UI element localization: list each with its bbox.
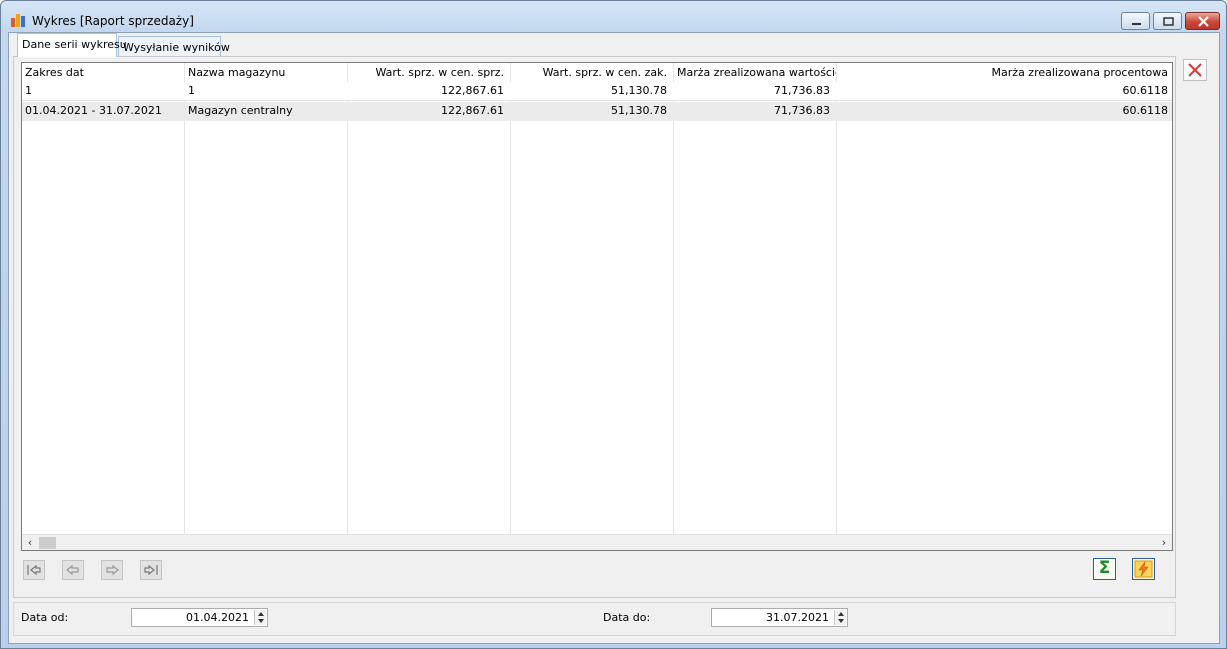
table-cell: 60.6118	[1122, 84, 1169, 97]
red-x-icon	[1188, 63, 1202, 77]
column-header-marza-procentowa[interactable]: Marża zrealizowana procentowa	[837, 63, 1172, 83]
table-cell: 122,867.61	[441, 104, 504, 117]
date-from-label: Data od:	[21, 611, 69, 624]
tab-dane-serii-wykresu[interactable]: Dane serii wykresu	[17, 33, 127, 57]
last-record-button[interactable]	[140, 560, 162, 580]
column-header-zakres-dat[interactable]: Zakres dat	[22, 63, 184, 83]
table-cell: 51,130.78	[611, 104, 667, 117]
minimize-button[interactable]	[1121, 12, 1150, 30]
date-to-value: 31.07.2021	[766, 611, 829, 624]
arrow-right-icon	[106, 564, 119, 576]
column-separator	[347, 63, 348, 535]
horizontal-scrollbar[interactable]: ‹ ›	[22, 534, 1172, 550]
column-header-wart-sprz-cen-zak[interactable]: Wart. sprz. w cen. zak.	[511, 63, 673, 83]
close-window-button[interactable]	[1185, 12, 1220, 30]
table-cell: Magazyn centralny	[188, 104, 293, 117]
generate-chart-button[interactable]	[1132, 558, 1155, 580]
table-cell: 122,867.61	[441, 84, 504, 97]
bar-chart-app-icon	[11, 13, 27, 27]
tab-wysylanie-wynikow[interactable]: Wysyłanie wyników	[118, 36, 230, 56]
scrollbar-thumb[interactable]	[39, 537, 56, 549]
series-data-panel: Zakres dat Nazwa magazynu Wart. sprz. w …	[13, 56, 1176, 598]
scroll-left-icon[interactable]: ‹	[22, 535, 38, 550]
restore-button[interactable]	[1153, 12, 1182, 30]
scroll-right-icon[interactable]: ›	[1156, 535, 1172, 550]
restore-icon	[1163, 17, 1174, 26]
column-separator	[673, 63, 674, 535]
column-separator	[510, 63, 511, 535]
window-client-area: Dane serii wykresu Wysyłanie wyników Zak…	[8, 32, 1220, 644]
previous-record-button[interactable]	[62, 560, 84, 580]
date-to-field[interactable]: 31.07.2021	[711, 608, 848, 627]
date-spinner-icon[interactable]	[834, 610, 846, 625]
column-separator	[184, 63, 185, 535]
table-cell: 01.04.2021 - 31.07.2021	[25, 104, 162, 117]
title-bar[interactable]: Wykres [Raport sprzedaży]	[1, 1, 1226, 33]
column-header-wart-sprz-cen-sprz[interactable]: Wart. sprz. w cen. sprz.	[348, 63, 510, 83]
first-record-icon	[27, 564, 41, 576]
application-window: Wykres [Raport sprzedaży] Dane serii wyk…	[0, 0, 1227, 649]
table-cell: 51,130.78	[611, 84, 667, 97]
sum-button[interactable]: Σ	[1093, 558, 1116, 580]
column-header-marza-wartosciowa[interactable]: Marża zrealizowana wartościowa	[674, 63, 836, 83]
table-cell: 71,736.83	[774, 84, 830, 97]
minimize-icon	[1132, 23, 1141, 25]
sigma-icon: Σ	[1098, 558, 1111, 578]
table-cell: 1	[25, 84, 32, 97]
close-form-button[interactable]	[1183, 59, 1207, 81]
arrow-left-icon	[66, 564, 79, 576]
first-record-button[interactable]	[23, 560, 45, 580]
next-record-button[interactable]	[101, 560, 123, 580]
date-from-value: 01.04.2021	[186, 611, 249, 624]
last-record-icon	[144, 564, 158, 576]
date-to-label: Data do:	[603, 611, 651, 624]
lightning-icon	[1134, 560, 1153, 578]
date-spinner-icon[interactable]	[254, 610, 266, 625]
column-header-nazwa-magazynu[interactable]: Nazwa magazynu	[185, 63, 347, 83]
table-cell: 71,736.83	[774, 104, 830, 117]
table-cell: 60.6118	[1122, 104, 1169, 117]
column-separator	[836, 63, 837, 535]
date-filter-panel: Data od: 01.04.2021 Data do: 31.07.2021	[13, 602, 1176, 636]
table-cell: 1	[188, 84, 195, 97]
close-icon	[1198, 16, 1209, 27]
date-from-field[interactable]: 01.04.2021	[131, 608, 268, 627]
window-title: Wykres [Raport sprzedaży]	[32, 14, 194, 28]
series-data-table[interactable]: Zakres dat Nazwa magazynu Wart. sprz. w …	[21, 62, 1173, 551]
